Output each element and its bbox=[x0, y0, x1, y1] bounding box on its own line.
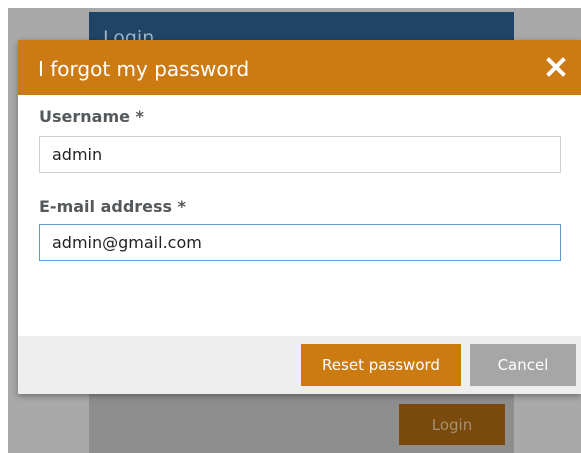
forgot-password-dialog: I forgot my password Username * E-mail a… bbox=[18, 40, 581, 394]
login-header: Login bbox=[89, 12, 514, 42]
dialog-footer: Reset password Cancel bbox=[18, 336, 581, 394]
email-label: E-mail address * bbox=[39, 197, 187, 216]
close-icon[interactable] bbox=[545, 56, 567, 78]
dialog-title: I forgot my password bbox=[38, 57, 250, 81]
login-button[interactable]: Login bbox=[399, 404, 505, 445]
email-input[interactable] bbox=[39, 224, 561, 261]
username-input[interactable] bbox=[39, 136, 561, 173]
username-label: Username * bbox=[39, 107, 144, 126]
reset-password-button[interactable]: Reset password bbox=[301, 344, 461, 386]
cancel-button[interactable]: Cancel bbox=[470, 344, 576, 386]
dialog-header: I forgot my password bbox=[18, 40, 581, 95]
